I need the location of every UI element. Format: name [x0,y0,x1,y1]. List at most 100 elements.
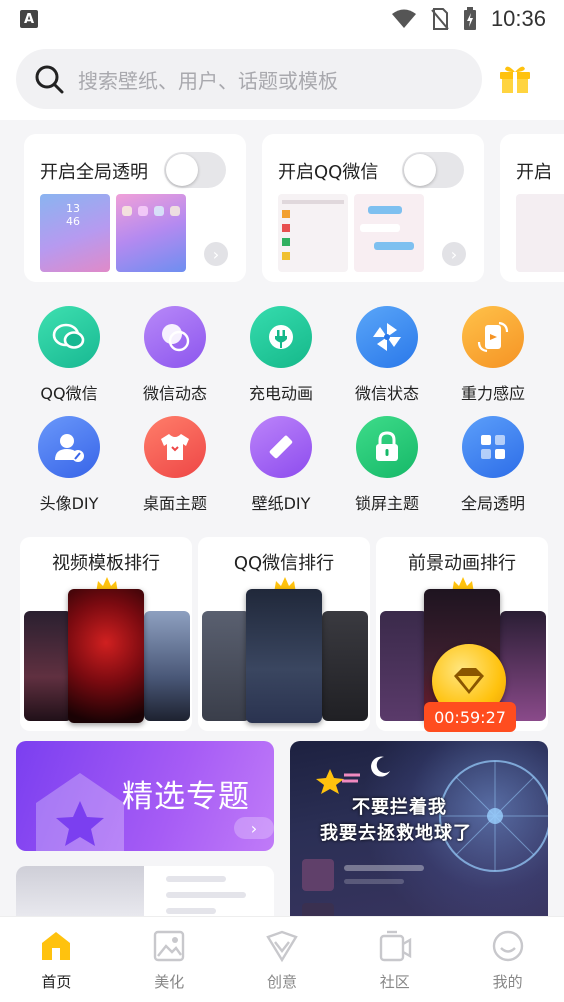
grid-item-label: 桌面主题 [142,494,207,513]
global-transparent-toggle[interactable] [164,152,226,188]
preview-thumbnail [322,611,368,721]
grid-item-gravity-sensor[interactable]: 重力感应 [440,306,546,404]
preview-thumbnail: 13 46 [40,194,110,272]
wifi-icon [391,9,416,28]
feature-card-title: 开启QQ微信 [278,162,379,183]
qq-wechat-toggle[interactable] [402,152,464,188]
video-camera-icon [379,930,411,962]
grid-squares-icon [462,416,524,478]
shooting-star-icon [316,769,360,794]
topic-title: 精选专题 [122,779,250,815]
grid-item-desktop-theme[interactable]: 桌面主题 [122,416,228,514]
ranking-card-qq-wechat[interactable]: QQ微信排行 [198,537,370,731]
feature-cards-carousel: 开启全局透明 13 46 › 开启QQ微信 › 开启 [0,120,564,298]
feature-card-partial[interactable]: 开启 [500,134,564,282]
lock-icon [356,416,418,478]
chat-preview-line [344,879,404,884]
chevron-right-icon[interactable]: › [234,817,274,839]
picture-icon [153,930,185,962]
grid-item-qq-wechat[interactable]: QQ微信 [16,306,122,404]
search-input[interactable]: 搜索壁纸、用户、话题或模板 [16,49,482,109]
grid-item-label: 头像DIY [39,494,99,513]
nav-community[interactable]: 社区 [338,917,451,1002]
feature-card-global-transparent[interactable]: 开启全局透明 13 46 › [24,134,246,282]
app-notification-icon: A [20,10,38,28]
tshirt-icon [144,416,206,478]
grid-item-wallpaper-diy[interactable]: 壁纸DIY [228,416,334,514]
nav-label: 首页 [41,973,72,991]
featured-topics-card[interactable]: 精选专题 › [16,741,274,851]
grid-item-label: 锁屏主题 [354,494,419,513]
preview-thumbnail [354,194,424,272]
grid-item-label: 重力感应 [460,384,525,403]
grid-item-label: 微信状态 [354,384,419,403]
nav-label: 我的 [492,973,523,991]
grid-item-label: 壁纸DIY [251,494,311,513]
avatar-edit-icon [38,416,100,478]
nav-label: 创意 [266,973,297,991]
ranking-title: QQ微信排行 [233,553,335,574]
nav-beautify[interactable]: 美化 [113,917,226,1002]
smile-icon [492,930,523,962]
preview-thumbnail [246,589,322,723]
grid-item-charging-animation[interactable]: 充电动画 [228,306,334,404]
house-star-icon [36,773,124,851]
no-sim-icon [431,8,449,30]
grid-item-lockscreen-theme[interactable]: 锁屏主题 [334,416,440,514]
grid-item-wechat-status[interactable]: 微信状态 [334,306,440,404]
grid-item-label: 微信动态 [142,384,207,403]
grid-item-label: 全局透明 [460,494,525,513]
bottom-navigation: 首页 美化 创意 社区 我的 [0,916,564,1002]
chat-preview-line [344,865,424,871]
ranking-title: 前景动画排行 [408,553,516,574]
clock: 10:36 [490,6,546,31]
grid-item-label: 充电动画 [248,384,313,403]
circles-icon [144,306,206,368]
grid-item-wechat-moments[interactable]: 微信动态 [122,306,228,404]
rotate-phone-icon [462,306,524,368]
home-icon [42,932,71,960]
nav-profile[interactable]: 我的 [451,917,564,1002]
creative-icon [266,930,298,963]
chat-avatar [302,859,334,891]
feature-card-title: 开启 [516,162,552,183]
preview-thumbnail [144,611,190,721]
promo-image[interactable]: 不要拦着我 我要去拯救地球了 [290,741,548,931]
promo-text-line1: 不要拦着我 [352,797,447,818]
search-placeholder: 搜索壁纸、用户、话题或模板 [78,68,338,93]
preview-thumbnail [68,589,144,723]
countdown-badge[interactable]: 00:59:27 [424,644,516,734]
ranking-title: 视频模板排行 [52,553,160,574]
chat-bubble-icon [38,306,100,368]
nav-label: 美化 [154,973,185,991]
feature-card-qq-wechat[interactable]: 开启QQ微信 › [262,134,484,282]
nav-home[interactable]: 首页 [0,917,113,1002]
ruler-pencil-icon [250,416,312,478]
grid-item-label: QQ微信 [40,384,98,403]
plug-icon [250,306,312,368]
search-icon [35,65,64,94]
preview-thumbnail [116,194,186,272]
chevron-right-icon[interactable]: › [204,242,228,266]
ferris-wheel-icon [439,760,548,872]
nav-label: 社区 [379,973,410,991]
moon-icon [371,756,390,777]
feature-card-title: 开启全局透明 [40,162,148,183]
preview-thumbnail [24,611,72,721]
grid-item-avatar-diy[interactable]: 头像DIY [16,416,122,514]
grid-item-global-transparent[interactable]: 全局透明 [440,416,546,514]
preview-thumbnail [278,194,348,272]
nav-creative[interactable]: 创意 [226,917,339,1002]
pinwheel-icon [356,306,418,368]
countdown-timer: 00:59:27 [424,702,516,732]
status-bar: A 10:36 [0,0,564,38]
search-row: 搜索壁纸、用户、话题或模板 [0,38,564,120]
preview-thumbnail [516,194,564,272]
gift-icon[interactable] [498,63,532,95]
chevron-right-icon[interactable]: › [442,242,466,266]
battery-charging-icon [463,7,476,30]
preview-thumbnail [380,611,428,721]
ranking-card-video-templates[interactable]: 视频模板排行 [20,537,192,731]
preview-thumbnail [202,611,250,721]
promo-text-line2: 我要去拯救地球了 [320,823,472,844]
